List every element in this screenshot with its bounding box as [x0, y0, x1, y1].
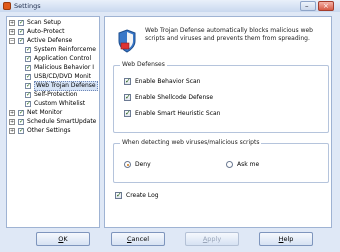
app-icon	[3, 2, 11, 10]
tree-checkbox[interactable]	[18, 19, 24, 27]
tree-checkbox[interactable]	[18, 37, 24, 45]
tree-checkbox[interactable]	[25, 55, 31, 63]
checkbox-label: Enable Behavior Scan	[135, 78, 201, 85]
checkbox-box[interactable]	[124, 77, 131, 86]
checkbox-box[interactable]	[124, 109, 131, 118]
button-label: K	[63, 235, 68, 243]
tree-item-label: Active Defense	[27, 37, 73, 44]
web-defenses-group: Web Defenses Enable Behavior Scan Enable…	[113, 61, 329, 133]
tree-checkbox[interactable]	[25, 46, 31, 54]
tree-checkbox[interactable]	[18, 28, 24, 36]
tree-item-label: System Reinforceme	[34, 46, 96, 53]
help-button[interactable]: Help	[259, 232, 313, 246]
title-bar[interactable]: Settings – ×	[0, 0, 340, 12]
tree-checkbox[interactable]	[25, 64, 31, 72]
button-label: pply	[207, 235, 222, 243]
checkbox-label: Enable Smart Heuristic Scan	[135, 110, 221, 117]
expand-icon[interactable]: +	[9, 20, 15, 26]
tree-item-label: Other Settings	[27, 127, 71, 134]
expand-icon[interactable]: +	[9, 128, 15, 134]
tree-item-label: Custom Whitelist	[34, 100, 86, 107]
expand-icon[interactable]: +	[9, 110, 15, 116]
collapse-icon[interactable]: −	[9, 38, 15, 44]
close-icon: ×	[323, 2, 329, 10]
radio-label: Ask me	[237, 161, 260, 168]
tree-checkbox[interactable]	[18, 127, 24, 135]
tree-checkbox[interactable]	[18, 109, 24, 117]
settings-window: Settings – × + Scan Setup + Auto-Protect…	[0, 0, 340, 252]
close-button[interactable]: ×	[318, 1, 334, 11]
button-label: elp	[283, 235, 294, 243]
tree-checkbox[interactable]	[18, 118, 24, 126]
checkbox-box[interactable]	[115, 191, 122, 200]
tree-checkbox[interactable]	[25, 91, 31, 99]
group-legend: When detecting web viruses/malicious scr…	[120, 139, 262, 146]
tree-item-label: USB/CD/DVD Monit	[34, 73, 91, 80]
tree-item-label: Auto-Protect	[27, 28, 65, 35]
feature-description: Web Trojan Defense automatically blocks …	[145, 27, 313, 42]
detection-action-group: When detecting web viruses/malicious scr…	[113, 139, 329, 183]
tree-item-label: Scan Setup	[27, 19, 61, 26]
group-legend: Web Defenses	[120, 61, 167, 68]
minimize-button[interactable]: –	[300, 1, 316, 11]
tree-item-label: Net Monitor	[27, 109, 63, 116]
window-title: Settings	[14, 2, 41, 10]
cancel-button[interactable]: Cancel	[111, 232, 165, 246]
tree-checkbox[interactable]	[25, 73, 31, 81]
radio-label: Deny	[135, 161, 151, 168]
radio-dot[interactable]	[124, 161, 131, 168]
settings-tree: + Scan Setup + Auto-Protect − Active Def…	[6, 16, 100, 228]
tree-item-label: Self-Protection	[34, 91, 78, 98]
settings-content-panel: Web Trojan Defense automatically blocks …	[104, 16, 332, 228]
apply-button[interactable]: Apply	[185, 232, 239, 246]
tree-checkbox[interactable]	[25, 100, 31, 108]
checkbox-box[interactable]	[124, 93, 131, 102]
minimize-icon: –	[305, 2, 309, 10]
checkbox-label: Enable Shellcode Defense	[135, 94, 214, 101]
button-label: ancel	[131, 235, 150, 243]
radio-dot[interactable]	[226, 161, 233, 168]
shield-icon	[118, 29, 136, 53]
tree-item-label: Web Trojan Defense	[34, 81, 98, 91]
checkbox-label: Create Log	[126, 192, 159, 199]
expand-icon[interactable]: +	[9, 29, 15, 35]
tree-checkbox[interactable]	[25, 82, 31, 90]
tree-item-label: Malicious Behavior I	[34, 64, 94, 71]
expand-icon[interactable]: +	[9, 119, 15, 125]
ok-button[interactable]: OK	[36, 232, 90, 246]
tree-item-label: Application Control	[34, 55, 92, 62]
tree-item-label: Schedule SmartUpdate	[27, 118, 97, 125]
